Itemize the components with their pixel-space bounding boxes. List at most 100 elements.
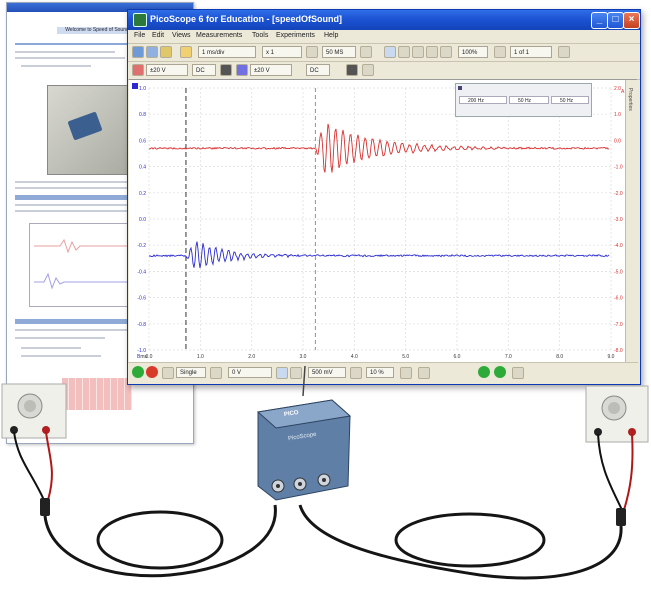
spin-icon[interactable] [350,367,362,379]
measurement-value: 50 Hz [509,96,549,104]
axis-tick-left: 0.8 [139,112,146,118]
zoom-fit-icon[interactable] [440,46,452,58]
document-text-line [15,187,145,189]
measurement-icon [458,86,462,90]
axis-tick-left: 0.0 [139,217,146,223]
pen-icon[interactable] [180,46,192,58]
scope-view[interactable]: 1.0 0.8 0.6 0.4 0.2 0.0 -0.2 -0.4 -0.6 -0.8 -1.0 2.… [129,79,637,362]
channel-b-options-icon[interactable] [346,64,358,76]
timebase-select[interactable]: 1 ms/div [198,46,256,58]
scope-mode-icon[interactable] [132,46,144,58]
axis-tick-x: 1.0 [197,354,204,360]
axis-tick-right: -3.0 [614,217,623,223]
zoom-out-icon[interactable] [426,46,438,58]
next-buffer-icon[interactable] [558,46,570,58]
axis-tick-left: 0.4 [139,165,146,171]
arrow-icon[interactable] [306,46,318,58]
equipment-photo [47,85,137,175]
menu-views[interactable]: Views [172,32,191,39]
document-text-line [21,347,81,349]
axis-tick-left: 0.2 [139,191,146,197]
axis-tick-right: -1.0 [614,165,623,171]
document-text-line [15,51,115,53]
menu-edit[interactable]: Edit [152,32,164,39]
measurements-table: 200 Hz 50 Hz 50 Hz [455,83,592,117]
pretrigger-field[interactable]: 500 mV [308,367,346,378]
buffer-navigator[interactable]: 1 of 1 [510,46,552,58]
first-buffer-icon[interactable] [494,46,506,58]
spectrum-mode-icon[interactable] [160,46,172,58]
channel-a-range[interactable]: ±20 V [146,64,188,76]
axis-tick-left: -0.4 [137,269,146,275]
document-text-line [15,43,135,45]
hand-icon[interactable] [398,46,410,58]
document-text-line [15,337,105,339]
axis-tick-x: 7.0 [505,354,512,360]
window-titlebar[interactable]: PicoScope 6 for Education - [speedOfSoun… [128,10,640,30]
properties-tab[interactable]: Properties [625,80,637,362]
zoom-in-icon[interactable] [412,46,424,58]
window-title: PicoScope 6 for Education - [speedOfSoun… [150,14,342,24]
axis-tick-left: -0.8 [137,322,146,328]
samples-select[interactable]: 50 MS [322,46,356,58]
channel-toolbar: ±20 V DC ±20 V DC [128,62,640,80]
zoom-x-select[interactable]: x 1 [262,46,302,58]
document-text-line [15,57,125,59]
document-text-line [15,210,135,212]
axis-tick-x: 2.0 [248,354,255,360]
falling-edge-icon[interactable] [290,367,302,379]
menu-help[interactable]: Help [324,32,338,39]
axis-tick-x: 6.0 [454,354,461,360]
status-bar: Single 0 V 500 mV 10 % [128,362,638,383]
channel-a-coupling[interactable]: DC [192,64,216,76]
axis-tick-right: -5.0 [614,269,623,275]
measurement-delete-icon[interactable] [512,367,524,379]
measurement-add-icon[interactable] [478,366,490,378]
minimize-button[interactable]: _ [591,12,608,29]
document-text-line [21,65,91,67]
rising-edge-icon[interactable] [276,367,288,379]
device-model-label: PicoScope [288,432,317,442]
axis-tick-x: 8.0 [556,354,563,360]
channel-b-icon[interactable] [236,64,248,76]
zoom-percent[interactable]: 100% [458,46,488,58]
channel-b-range[interactable]: ±20 V [250,64,292,76]
axis-tick-right: -2.0 [614,191,623,197]
measurement-edit-icon[interactable] [494,366,506,378]
axis-tick-right: -4.0 [614,243,623,249]
trigger-level-field[interactable]: 0 V [228,367,272,378]
scope-thumbnail-image [29,223,139,307]
menu-tools[interactable]: Tools [252,32,268,39]
delay-field[interactable]: 10 % [366,367,394,378]
trigger-mode-select[interactable]: Single [176,367,206,378]
device-brand-label: PICO [284,410,299,418]
picoscope-window: PicoScope 6 for Education - [speedOfSoun… [127,9,641,385]
axis-tick-left: 1.0 [139,86,146,92]
zoom-icon[interactable] [384,46,396,58]
measurement-value: 50 Hz [551,96,589,104]
app-icon [133,13,147,27]
probe-icon[interactable] [362,64,374,76]
channel-a-icon[interactable] [132,64,144,76]
channel-a-options-icon[interactable] [220,64,232,76]
maximize-button[interactable]: □ [607,12,624,29]
axis-tick-x: 5.0 [402,354,409,360]
persistence-mode-icon[interactable] [146,46,158,58]
trigger-channel-icon[interactable] [210,367,222,379]
axis-tick-right: 1.0 [614,112,621,118]
channel-b-waveform [149,242,609,269]
start-icon[interactable] [132,366,144,378]
menu-file[interactable]: File [134,32,145,39]
stop-icon[interactable] [146,366,158,378]
menu-experiments[interactable]: Experiments [276,32,315,39]
close-button[interactable]: × [623,12,640,29]
arrow-icon[interactable] [360,46,372,58]
axis-tick-right: -6.0 [614,296,623,302]
rulers-icon[interactable] [400,367,412,379]
channel-b-coupling[interactable]: DC [306,64,330,76]
scope-graph[interactable]: 1.0 0.8 0.6 0.4 0.2 0.0 -0.2 -0.4 -0.6 -0.8 -1.0 2.… [129,80,626,362]
menu-measurements[interactable]: Measurements [196,32,242,39]
axis-unit-x: ms [140,354,147,360]
notes-icon[interactable] [418,367,430,379]
axis-tick-left: 0.6 [139,138,146,144]
